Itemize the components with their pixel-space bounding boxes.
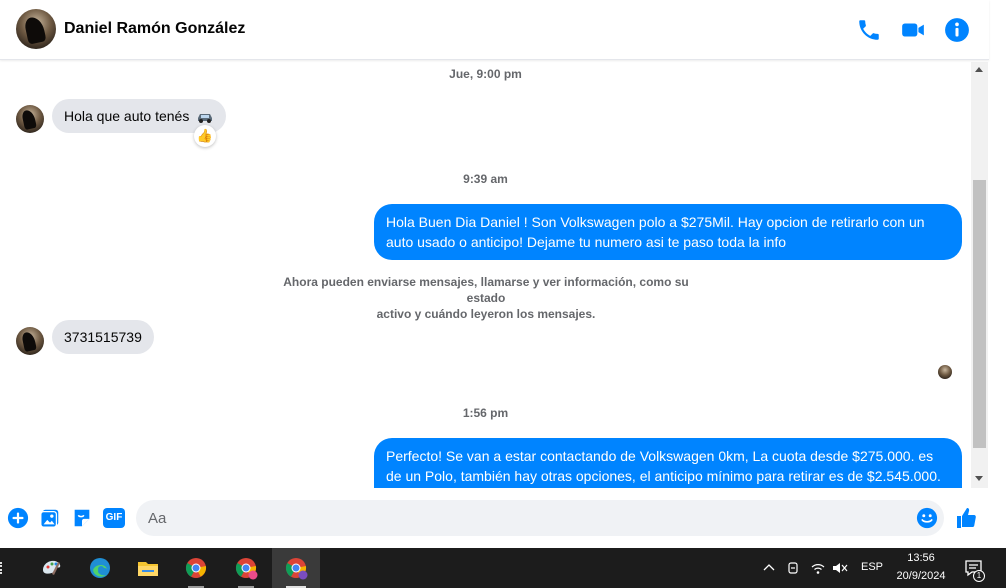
gif-icon[interactable]: GIF (103, 508, 125, 528)
emoji-icon[interactable] (916, 507, 938, 529)
paint-icon[interactable] (28, 548, 76, 588)
timestamp: Jue, 9:00 pm (449, 67, 522, 81)
system-notice-line: Ahora pueden enviarse mensajes, llamarse… (283, 275, 689, 305)
system-notice-line: activo y cuándo leyeron los mensajes. (376, 307, 596, 321)
scroll-down-icon[interactable] (975, 476, 983, 481)
message-thread[interactable]: Jue, 9:00 pm Hola que auto tenés 👍 9:39 … (0, 61, 971, 488)
chrome-incognito-icon[interactable] (272, 548, 320, 588)
wifi-icon[interactable] (810, 561, 826, 575)
message-input[interactable] (148, 500, 908, 536)
window-edge (989, 0, 1006, 548)
file-explorer-icon[interactable] (124, 548, 172, 588)
car-emoji-icon (198, 114, 213, 124)
clock-time[interactable]: 13:56 (895, 552, 947, 564)
sender-avatar[interactable] (16, 105, 44, 133)
read-receipt-avatar (938, 365, 952, 379)
conversation-header: Daniel Ramón González (0, 0, 989, 60)
windows-taskbar: ESP 13:56 20/9/2024 1 (0, 548, 1006, 588)
info-icon[interactable] (944, 17, 970, 43)
chrome-profile-icon[interactable] (222, 548, 270, 588)
clock-date[interactable]: 20/9/2024 (891, 570, 951, 582)
system-notice: Ahora pueden enviarse mensajes, llamarse… (270, 274, 702, 322)
incoming-message[interactable]: 3731515739 (52, 320, 154, 354)
phone-icon[interactable] (856, 17, 882, 43)
scroll-up-icon[interactable] (975, 67, 983, 72)
input-language[interactable]: ESP (861, 561, 883, 573)
edge-icon[interactable] (76, 548, 124, 588)
timestamp: 9:39 am (463, 172, 508, 186)
messenger-window: Daniel Ramón González Jue, 9:00 pm Hola … (0, 0, 1006, 548)
sender-avatar[interactable] (16, 327, 44, 355)
chevron-up-icon[interactable] (763, 562, 775, 574)
chrome-icon[interactable] (172, 548, 220, 588)
thread-scrollbar[interactable] (971, 62, 988, 488)
message-composer: GIF (0, 489, 989, 548)
message-input-box[interactable] (136, 500, 944, 536)
reaction-thumbs-up[interactable]: 👍 (194, 125, 216, 147)
message-text: Hola que auto tenés (64, 108, 190, 124)
add-icon[interactable] (7, 507, 29, 529)
task-view-icon[interactable] (0, 562, 6, 574)
volume-muted-icon[interactable] (832, 561, 848, 575)
outgoing-message[interactable]: Perfecto! Se van a estar contactando de … (374, 438, 962, 488)
photo-icon[interactable] (39, 507, 61, 529)
notification-badge: 1 (973, 570, 985, 582)
like-icon[interactable] (955, 506, 979, 530)
timestamp: 1:56 pm (462, 406, 509, 420)
scroll-thumb[interactable] (973, 180, 986, 448)
outgoing-message[interactable]: Hola Buen Dia Daniel ! Son Volkswagen po… (374, 204, 962, 260)
contact-avatar[interactable] (16, 9, 56, 49)
sticker-icon[interactable] (71, 507, 93, 529)
onedrive-sync-icon[interactable] (786, 561, 800, 575)
contact-name[interactable]: Daniel Ramón González (64, 20, 245, 38)
video-call-icon[interactable] (900, 17, 926, 43)
